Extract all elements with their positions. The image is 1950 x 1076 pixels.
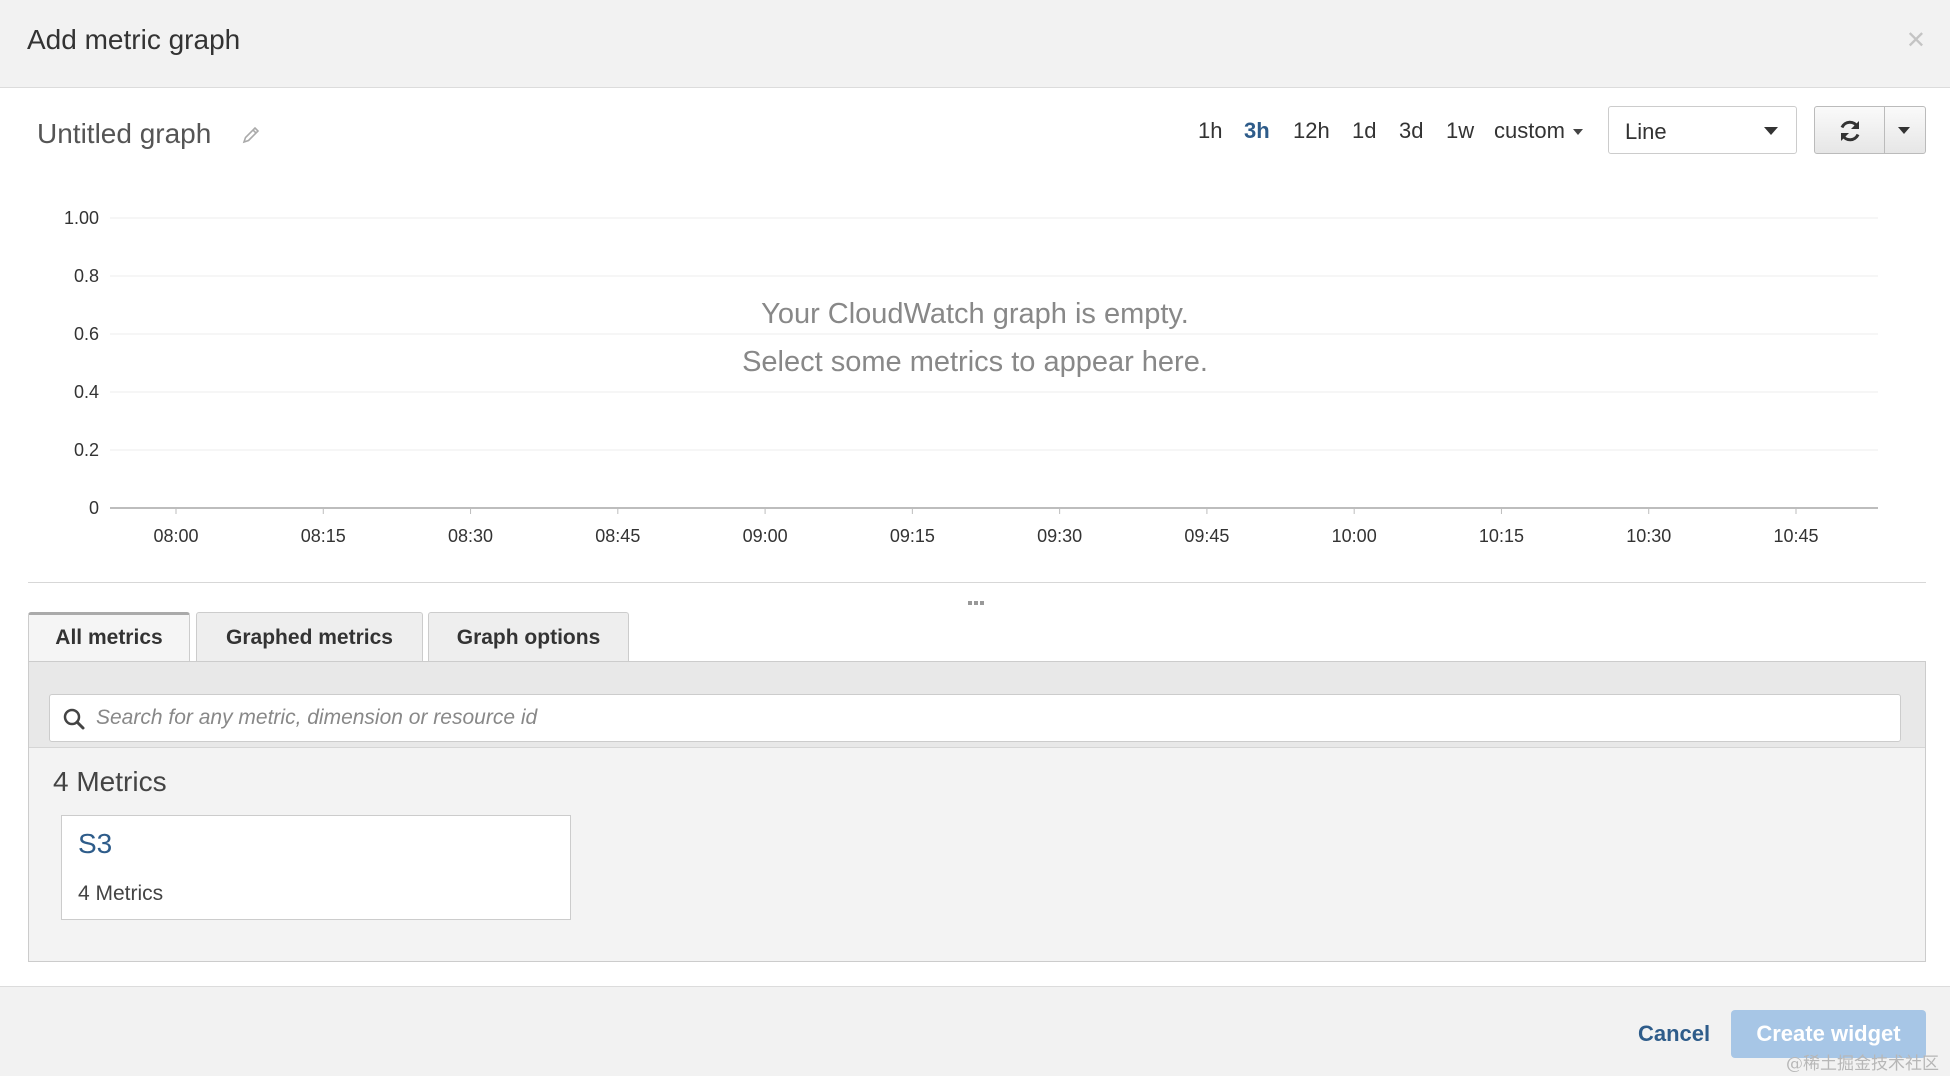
caret-down-icon	[1572, 129, 1583, 136]
tab-all-metrics[interactable]: All metrics	[28, 612, 190, 663]
refresh-button-group	[1814, 106, 1926, 154]
namespace-name: S3	[78, 828, 113, 859]
modal-footer: Cancel Create widget	[0, 986, 1950, 1076]
namespace-metric-count: 4 Metrics	[78, 882, 164, 905]
range-custom-dropdown[interactable]: custom	[1494, 118, 1583, 144]
empty-graph-hint: Select some metrics to appear here.	[742, 346, 1208, 378]
search-field	[49, 694, 1901, 742]
y-tick-label: 0.2	[74, 440, 99, 460]
search-icon	[63, 708, 85, 730]
x-tick-label: 10:15	[1479, 526, 1524, 546]
namespace-card-s3[interactable]: S3 4 Metrics	[61, 815, 571, 920]
x-tick-label: 09:45	[1184, 526, 1229, 546]
x-tick-label: 09:15	[890, 526, 935, 546]
modal-header: Add metric graph ✕	[0, 0, 1950, 88]
x-tick-label: 09:30	[1037, 526, 1082, 546]
search-input[interactable]	[96, 695, 1886, 741]
y-tick-label: 0	[89, 498, 99, 518]
range-1w[interactable]: 1w	[1446, 118, 1474, 144]
x-tick-label: 09:00	[743, 526, 788, 546]
metrics-panel: 4 Metrics S3 4 Metrics	[28, 661, 1926, 962]
x-tick-label: 10:45	[1773, 526, 1818, 546]
modal-title: Add metric graph	[27, 24, 241, 55]
refresh-button[interactable]	[1815, 107, 1885, 153]
pencil-icon[interactable]	[240, 124, 264, 148]
y-tick-label: 0.8	[74, 266, 99, 286]
cancel-button[interactable]: Cancel	[1638, 1021, 1710, 1047]
x-tick-label: 08:00	[153, 526, 198, 546]
x-tick-label: 08:30	[448, 526, 493, 546]
range-1h[interactable]: 1h	[1198, 118, 1222, 144]
tab-graph-options[interactable]: Graph options	[428, 612, 629, 662]
graph-title[interactable]: Untitled graph	[37, 118, 211, 150]
resize-handle[interactable]	[968, 592, 986, 605]
search-bar	[29, 662, 1925, 748]
chart-divider	[28, 582, 1926, 583]
range-3d[interactable]: 3d	[1399, 118, 1423, 144]
y-tick-label: 0.4	[74, 382, 99, 402]
watermark: @稀土掘金技术社区	[1786, 1054, 1939, 1074]
empty-graph-message: Your CloudWatch graph is empty.	[761, 298, 1189, 330]
y-tick-label: 1.00	[64, 208, 99, 228]
caret-down-icon	[1764, 127, 1778, 135]
range-custom-label: custom	[1494, 118, 1565, 143]
x-tick-label: 08:15	[301, 526, 346, 546]
refresh-options-dropdown[interactable]	[1885, 107, 1925, 153]
x-tick-label: 10:00	[1332, 526, 1377, 546]
refresh-icon	[1840, 120, 1860, 142]
caret-down-icon	[1898, 127, 1910, 134]
close-icon[interactable]: ✕	[1906, 26, 1926, 55]
graph-type-value: Line	[1625, 119, 1667, 144]
x-tick-label: 08:45	[595, 526, 640, 546]
range-3h[interactable]: 3h	[1244, 118, 1270, 144]
range-12h[interactable]: 12h	[1293, 118, 1330, 144]
range-1d[interactable]: 1d	[1352, 118, 1376, 144]
graph-type-select[interactable]: Line	[1608, 106, 1797, 154]
tab-graphed-metrics[interactable]: Graphed metrics	[196, 612, 423, 662]
x-tick-label: 10:30	[1626, 526, 1671, 546]
metrics-count: 4 Metrics	[53, 766, 167, 797]
